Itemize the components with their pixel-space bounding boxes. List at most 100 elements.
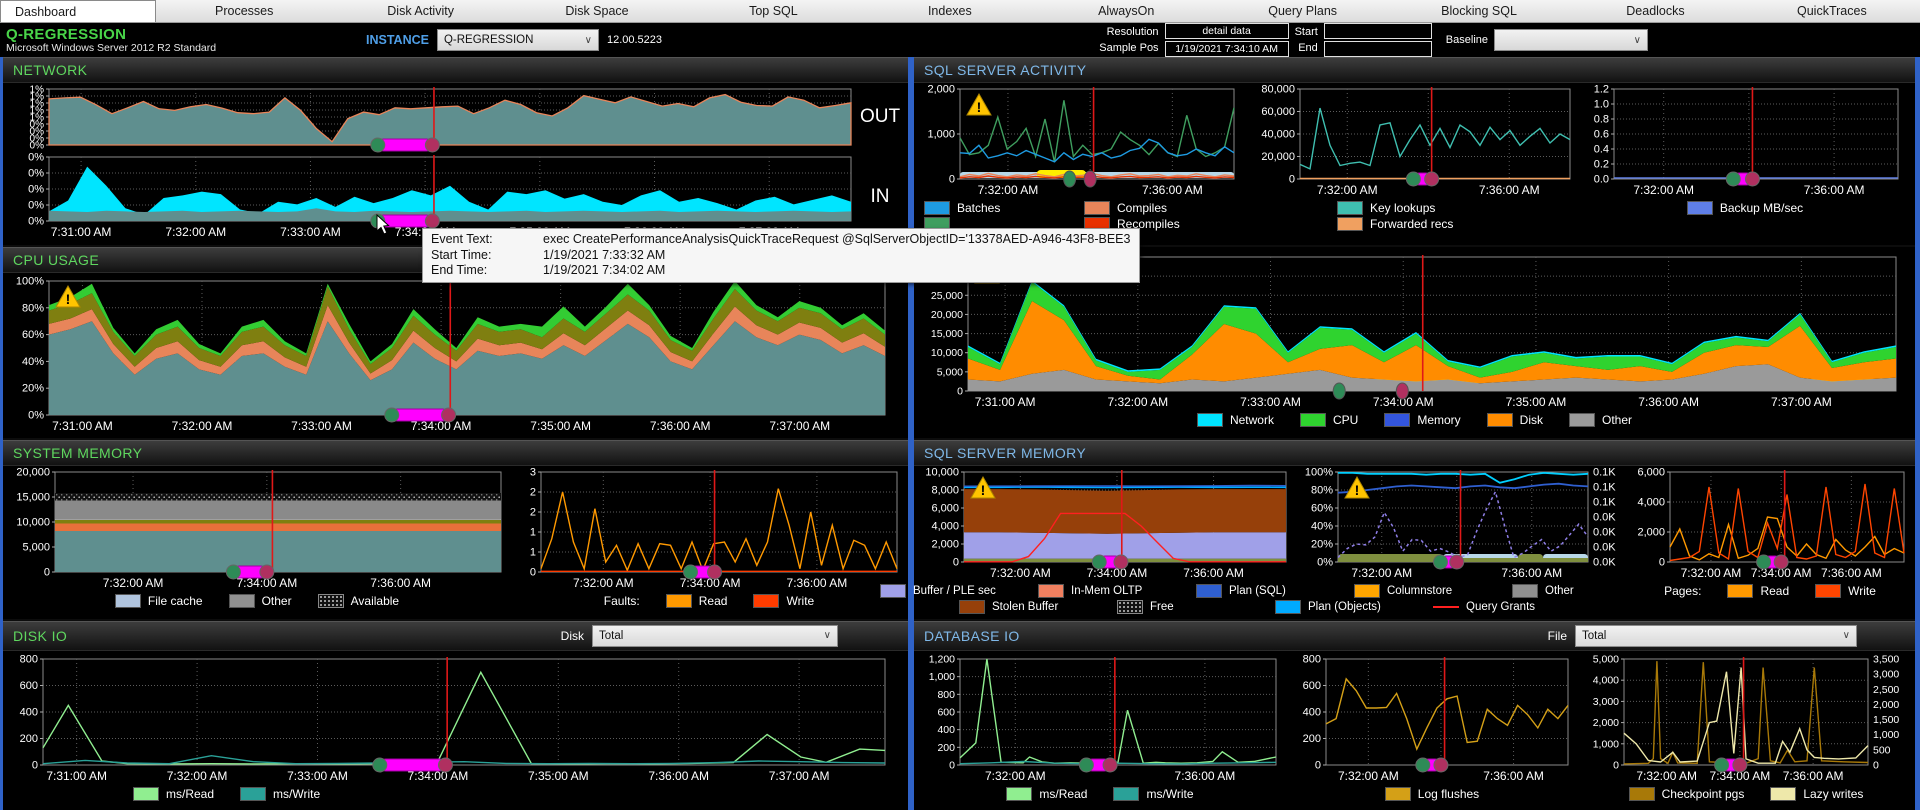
batches-chart[interactable]: 2,000 1,000 0 7:32:00 AM 7:36:00 AM! <box>914 83 1244 201</box>
legend-item: Pages: <box>1664 583 1702 598</box>
svg-text:0: 0 <box>1315 759 1321 771</box>
tab-top-sql[interactable]: Top SQL <box>685 0 861 22</box>
tab-deadlocks[interactable]: Deadlocks <box>1567 0 1743 22</box>
tab-blocking-sql[interactable]: Blocking SQL <box>1391 0 1567 22</box>
svg-text:3: 3 <box>530 466 536 478</box>
disk-io-chart[interactable]: 800 600 400 200 0 7:31:00 AM 7:32:00 AM 7:33:00… <box>3 653 901 787</box>
legend-swatch <box>317 593 344 608</box>
checkpoint-chart[interactable]: 5,000 4,000 3,000 2,000 1,000 0 3,500 3,000 2,50… <box>1578 653 1914 787</box>
legend-item: Columnstore <box>1354 583 1502 598</box>
end-field[interactable] <box>1323 41 1432 57</box>
end-label: End <box>1298 42 1318 54</box>
tab-dashboard[interactable]: Dashboard <box>0 0 156 22</box>
svg-text:3,000: 3,000 <box>1873 668 1899 680</box>
tab-processes[interactable]: Processes <box>156 0 332 22</box>
svg-text:7:32:00 AM: 7:32:00 AM <box>978 183 1039 197</box>
svg-text:7:33:00 AM: 7:33:00 AM <box>280 225 341 239</box>
key-lookups-chart[interactable]: 80,000 60,000 40,000 20,000 0 7:32:00 AM 7:36:… <box>1244 83 1580 201</box>
svg-text:0%: 0% <box>1317 556 1333 568</box>
legend-item: Network <box>1196 413 1274 428</box>
svg-text:60%: 60% <box>22 330 44 342</box>
scrubber-start-handle <box>683 564 699 580</box>
svg-text:7:35:00 AM: 7:35:00 AM <box>1506 395 1567 409</box>
legend-swatch <box>1084 201 1110 215</box>
page-faults-legend: Faults: Read Write <box>511 593 907 608</box>
tab-quicktraces[interactable]: QuickTraces <box>1744 0 1920 22</box>
svg-text:0.0K: 0.0K <box>1593 556 1616 568</box>
tooltip-label: Start Time: <box>431 247 492 262</box>
svg-text:!: ! <box>1355 482 1360 498</box>
svg-text:0%: 0% <box>28 410 44 422</box>
scrubber-end-handle <box>1732 757 1748 773</box>
svg-text:2: 2 <box>530 486 536 498</box>
legend-swatch <box>1486 413 1513 428</box>
chevron-down-icon: ∨ <box>1633 34 1641 46</box>
time-range-scrubber <box>391 408 450 422</box>
svg-text:7:36:00 AM: 7:36:00 AM <box>1821 566 1882 580</box>
legend-item: Backup MB/sec <box>1686 201 1803 215</box>
tab-indexes[interactable]: Indexes <box>862 0 1038 22</box>
legend-swatch <box>1815 583 1842 598</box>
legend-swatch <box>1117 599 1143 614</box>
resolution-field[interactable]: detail data <box>1164 23 1289 39</box>
file-filter-dropdown[interactable]: Total ∨ <box>1575 624 1857 647</box>
buffer-hit-chart[interactable]: 100% 80% 60% 40% 20% 0% 0.1K 0.1K 0.1K 0.0K 0.0K 0.… <box>1294 466 1626 584</box>
event-tooltip: Event Text: exec CreatePerformanceAnalysi… <box>422 228 1140 283</box>
section-title: NETWORK <box>13 62 88 78</box>
tooltip-label: Event Text: <box>431 232 493 246</box>
svg-text:7:31:00 AM: 7:31:00 AM <box>51 225 112 239</box>
svg-text:0%: 0% <box>28 168 44 180</box>
disk-filter-label: Disk <box>560 628 584 643</box>
legend-item: Plan (Objects) <box>1275 599 1423 614</box>
db-io-latency-chart[interactable]: 1,200 1,000 800 600 400 200 0 7:32:00 AM 7:36:00… <box>914 653 1286 787</box>
tab-query-plans[interactable]: Query Plans <box>1214 0 1390 22</box>
svg-text:2,500: 2,500 <box>1873 683 1899 695</box>
baseline-label: Baseline <box>1445 34 1488 46</box>
scrubber-start-handle <box>372 757 388 773</box>
svg-text:2,000: 2,000 <box>1873 698 1899 710</box>
svg-text:7:32:00 AM: 7:32:00 AM <box>165 225 226 239</box>
section-database-io: DATABASE IO File Total ∨ 1,200 1,000 800 60… <box>914 620 1915 810</box>
tooltip-label: End Time: <box>431 263 488 277</box>
svg-text:0%: 0% <box>30 141 45 152</box>
instance-dropdown[interactable]: Q-REGRESSION ∨ <box>436 29 599 51</box>
cpu-usage-chart[interactable]: 100% 80% 60% 40% 20% 0% 7:31:00 AM 7:32:00 AM 7:… <box>3 275 901 437</box>
memory-pages-chart[interactable]: 6,000 4,000 2,000 0 7:32:00 AM 7:34:00 AM 7:36… <box>1626 466 1914 584</box>
checkpoint-legend: Checkpoint pgs Lazy writes <box>1578 786 1914 801</box>
legend-item: Faults: <box>603 593 640 608</box>
tooltip-value: 1/19/2021 7:33:32 AM <box>543 247 666 262</box>
tab-alwayson[interactable]: AlwaysOn <box>1038 0 1214 22</box>
system-memory-chart[interactable]: 20,000 15,000 10,000 5,000 0 7:32:00 AM 7:34:0… <box>3 466 511 594</box>
svg-text:2: 2 <box>530 506 536 518</box>
backup-chart[interactable]: 1.2 1.0 0.8 0.6 0.4 0.2 0.0 7:32:00 AM 7:36:00 A… <box>1580 83 1910 201</box>
svg-text:0%: 0% <box>28 216 44 228</box>
baseline-dropdown[interactable]: ∨ <box>1494 29 1648 51</box>
tab-disk-activity[interactable]: Disk Activity <box>332 0 508 22</box>
svg-text:1,000: 1,000 <box>929 671 955 683</box>
svg-text:7:32:00 AM: 7:32:00 AM <box>573 576 634 590</box>
disk-filter-dropdown[interactable]: Total ∨ <box>592 624 838 647</box>
tooltip-value: exec CreatePerformanceAnalysisQuickTrace… <box>543 232 1131 246</box>
tab-disk-space[interactable]: Disk Space <box>509 0 685 22</box>
legend-swatch <box>1113 786 1140 801</box>
scrubber-start-handle <box>370 137 386 153</box>
legend-swatch <box>1006 786 1033 801</box>
network-out-chart[interactable]: 1% 1% 1% 1% 1% 0% 0% 0% 0% <box>3 83 857 153</box>
server-identity: Q-REGRESSION Microsoft Windows Server 20… <box>6 27 366 54</box>
sql-memory-chart[interactable]: 10,000 8,000 6,000 4,000 2,000 0 7:32:00 AM 7:3… <box>914 466 1294 584</box>
svg-text:20,000: 20,000 <box>16 466 50 478</box>
legend-swatch <box>1196 413 1223 428</box>
page-faults-chart[interactable]: 3 2 2 1 1 0 7:32:00 AM 7:34:00 AM 7:36:00 AM <box>511 466 907 594</box>
legend-item: ms/Read <box>133 786 214 801</box>
sample-pos-field[interactable]: 1/19/2021 7:34:10 AM <box>1164 41 1289 57</box>
log-flushes-chart[interactable]: 800 600 400 200 0 7:32:00 AM 7:36:00 AM <box>1286 653 1578 787</box>
svg-text:7:36:00 AM: 7:36:00 AM <box>1804 183 1865 197</box>
legend-item: In-Mem OLTP <box>1038 583 1186 598</box>
svg-text:600: 600 <box>1303 680 1321 692</box>
legend-swatch <box>753 593 780 608</box>
scrubber-start-handle <box>1091 554 1107 570</box>
scrubber-end-handle <box>424 137 440 153</box>
svg-text:7:32:00 AM: 7:32:00 AM <box>985 769 1046 783</box>
svg-text:0%: 0% <box>28 200 44 212</box>
start-field[interactable] <box>1323 23 1432 39</box>
